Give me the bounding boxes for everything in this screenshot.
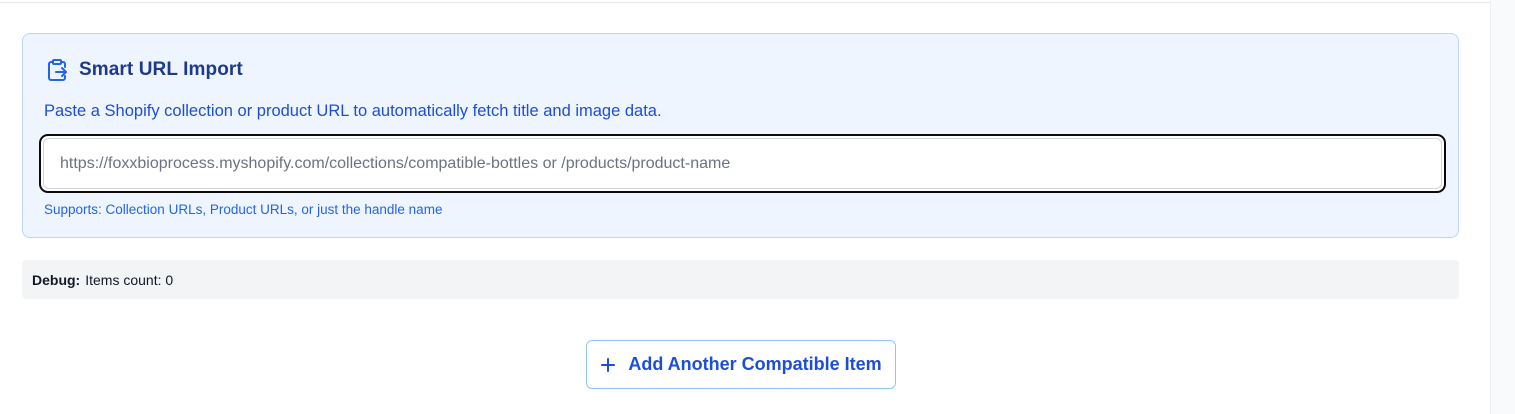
shopify-url-input[interactable]: [43, 138, 1442, 189]
top-divider: [0, 2, 1490, 3]
debug-items-count: Items count: 0: [85, 271, 174, 288]
card-title: Smart URL Import: [79, 59, 243, 80]
debug-label: Debug:: [32, 271, 81, 288]
supported-formats-hint: Supports: Collection URLs, Product URLs,…: [44, 202, 443, 217]
url-input-focus-ring: [39, 134, 1446, 193]
plus-icon: [600, 357, 616, 373]
clipboard-import-icon: [45, 58, 69, 82]
card-header: Smart URL Import: [45, 58, 243, 82]
add-another-item-button[interactable]: Add Another Compatible Item: [586, 340, 896, 389]
card-description: Paste a Shopify collection or product UR…: [44, 102, 662, 120]
right-scroll-gutter: [1490, 0, 1515, 414]
smart-url-import-card: Smart URL Import Paste a Shopify collect…: [22, 33, 1459, 238]
add-button-label: Add Another Compatible Item: [628, 354, 882, 374]
debug-bar: Debug: Items count: 0: [22, 260, 1459, 299]
